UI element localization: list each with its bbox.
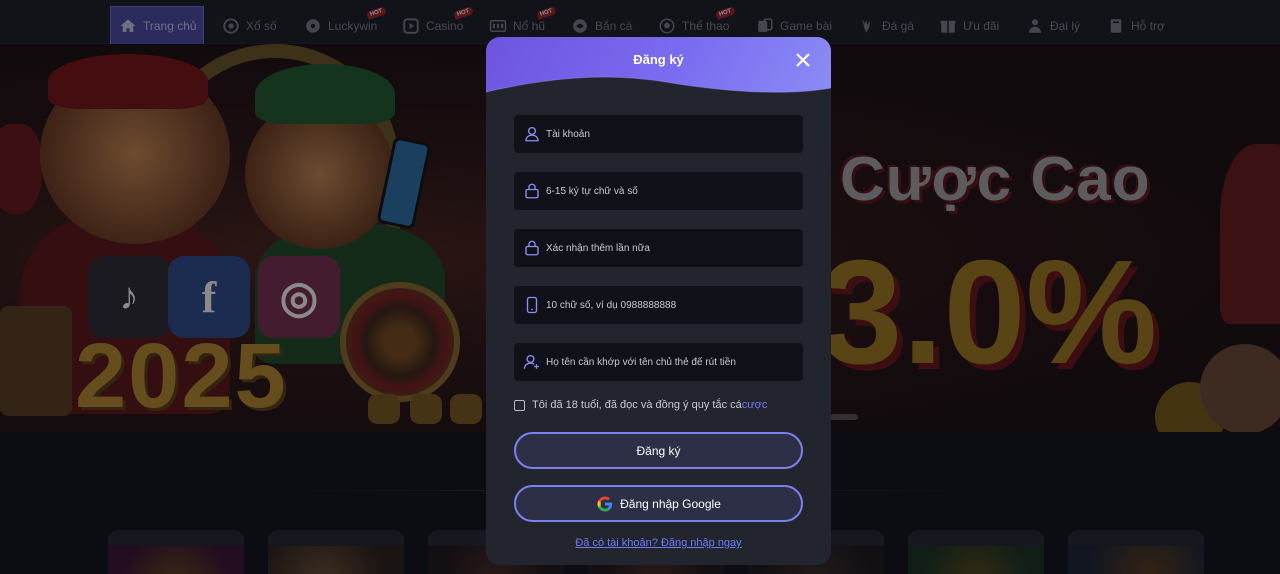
close-icon: [796, 53, 810, 67]
login-link[interactable]: Đã có tài khoản? Đăng nhập ngay: [486, 537, 831, 549]
register-button-label: Đăng ký: [636, 443, 681, 458]
age-agreement-row: Tôi đã 18 tuổi, đã đọc và đồng ý quy tắc…: [514, 399, 767, 411]
google-button-label: Đăng nhập Google: [620, 496, 721, 511]
google-login-button[interactable]: Đăng nhập Google: [514, 485, 803, 522]
fullname-field[interactable]: [514, 343, 803, 381]
username-field[interactable]: [514, 115, 803, 153]
register-button[interactable]: Đăng ký: [514, 432, 803, 469]
terms-link[interactable]: cược: [742, 399, 768, 411]
confirm-password-field[interactable]: [514, 229, 803, 267]
user-icon: [523, 125, 541, 143]
confirm-password-input[interactable]: [546, 242, 803, 254]
google-icon: [597, 495, 613, 511]
modal-header: Đăng ký: [486, 37, 831, 100]
username-input[interactable]: [546, 128, 803, 140]
header-wave-decoration: [486, 76, 831, 100]
lock-icon: [523, 239, 541, 257]
modal-title: Đăng ký: [633, 52, 684, 67]
lock-icon: [523, 182, 541, 200]
age-agreement-checkbox[interactable]: [514, 399, 525, 411]
close-button[interactable]: [793, 50, 813, 70]
password-input[interactable]: [546, 185, 803, 197]
phone-icon: [523, 296, 541, 314]
user-add-icon: [523, 353, 541, 371]
password-field[interactable]: [514, 172, 803, 210]
phone-input[interactable]: [546, 299, 803, 311]
register-modal: Đăng ký Tôi đã 18 tuổi, đã đọc và đồng ý…: [486, 37, 831, 565]
agreement-text: Tôi đã 18 tuổi, đã đọc và đồng ý quy tắc…: [532, 399, 742, 411]
fullname-input[interactable]: [546, 356, 803, 368]
phone-field[interactable]: [514, 286, 803, 324]
